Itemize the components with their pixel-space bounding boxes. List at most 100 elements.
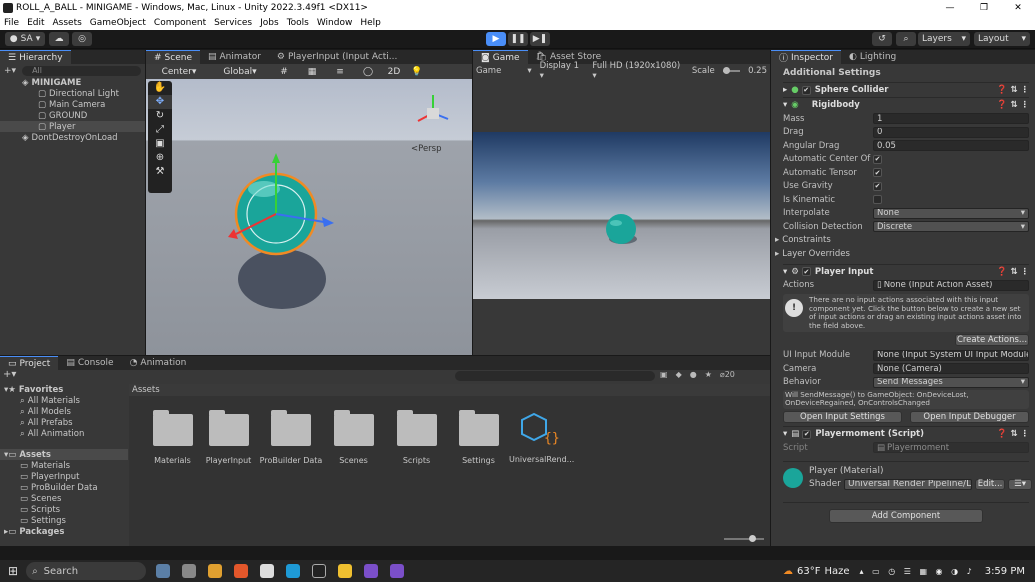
display-dropdown[interactable]: Display 1 ▾ <box>540 61 585 81</box>
tab-hierarchy[interactable]: ☰ Hierarchy <box>0 50 71 64</box>
tab-lighting[interactable]: ◐ Lighting <box>841 50 904 64</box>
filter-type-icon[interactable]: ▣ <box>660 370 668 379</box>
hierarchy-item[interactable]: ▢ GROUND <box>0 110 145 121</box>
menu-gameobject[interactable]: GameObject <box>90 18 146 28</box>
tab-playerinput[interactable]: ⚙ PlayerInput (Input Acti... <box>269 50 405 64</box>
space-dropdown[interactable]: Global ▾ <box>212 64 268 79</box>
player-input-toggle[interactable]: ✔ <box>801 267 811 276</box>
cloud-icon[interactable]: ☁ <box>49 32 69 46</box>
folder-item[interactable]: ▭ Scripts <box>0 504 128 515</box>
shader-menu-icon[interactable]: ☰▾ <box>1008 478 1033 490</box>
favorite-item[interactable]: ⌕ All Models <box>0 406 128 417</box>
menu-edit[interactable]: Edit <box>27 18 44 28</box>
hierarchy-item[interactable]: ▢ Directional Light <box>0 88 145 99</box>
open-input-settings-button[interactable]: Open Input Settings <box>783 411 902 424</box>
grid-snap-icon[interactable]: ▦ <box>300 64 324 79</box>
tab-console[interactable]: ▤ Console <box>58 356 121 370</box>
interpolate-dropdown[interactable]: None ▾ <box>873 207 1029 219</box>
menu-window[interactable]: Window <box>317 18 353 28</box>
increment-icon[interactable]: ≡ <box>328 64 352 79</box>
menu-file[interactable]: File <box>4 18 19 28</box>
assets-folder-item[interactable]: ▾▭ Assets <box>0 449 128 460</box>
hidden-count-icon[interactable]: ⌀20 <box>720 370 735 379</box>
script-toggle[interactable]: ✔ <box>802 429 812 439</box>
tab-inspector[interactable]: ⓘ Inspector <box>771 50 841 64</box>
tab-animation[interactable]: ◔ Animation <box>122 356 195 370</box>
collision-detection-dropdown[interactable]: Discrete ▾ <box>873 221 1029 233</box>
asset-folder[interactable]: Scenes <box>326 410 381 465</box>
add-component-button[interactable]: Add Component <box>829 508 983 523</box>
asset-render-pipeline[interactable]: {} UniversalRend... <box>509 410 574 464</box>
pause-button[interactable]: ❚❚ <box>508 32 528 46</box>
angular-drag-field[interactable]: 0.05 <box>873 140 1029 152</box>
move-gizmo-z-arrow[interactable] <box>322 217 334 227</box>
favorite-item[interactable]: ⌕ All Prefabs <box>0 417 128 428</box>
menu-component[interactable]: Component <box>154 18 206 28</box>
clock[interactable]: 3:59 PM <box>985 566 1025 577</box>
game-mode-dropdown[interactable]: Game ▾ <box>476 66 532 76</box>
packages-folder-item[interactable]: ▸▭ Packages <box>0 526 128 537</box>
play-button[interactable]: ▶ <box>486 32 506 46</box>
constraints-foldout[interactable]: ▸ Constraints <box>775 234 1029 248</box>
folder-item[interactable]: ▭ Scenes <box>0 493 128 504</box>
sphere-collider-header[interactable]: ▸ ● ✔ Sphere Collider ❓ ⇅ ⋮ <box>783 82 1029 97</box>
lighting-icon[interactable]: 💡 <box>408 64 426 79</box>
script-component-header[interactable]: ▾ ▤ ✔ Playermoment (Script) ❓ ⇅ ⋮ <box>783 426 1029 441</box>
hierarchy-item-selected[interactable]: ▢ Player <box>0 121 145 132</box>
help-icon[interactable]: ❓ ⇅ ⋮ <box>997 267 1029 277</box>
folder-item[interactable]: ▭ Materials <box>0 460 128 471</box>
add-icon[interactable]: +▾ <box>4 66 16 76</box>
taskbar-search[interactable]: ⌕ Search <box>26 562 147 580</box>
project-add-icon[interactable]: +▾ <box>3 369 16 380</box>
pivot-dropdown[interactable]: Center ▾ <box>150 64 208 79</box>
star-icon[interactable]: ★ <box>705 370 712 379</box>
scene-viewport[interactable]: ✋ ✥ ↻ ⤢ ▣ ⊕ ⚒ <Persp <box>146 79 472 355</box>
additional-settings-header[interactable]: Additional Settings <box>783 64 1029 82</box>
resolution-dropdown[interactable]: Full HD (1920x1080) ▾ <box>592 61 683 81</box>
edge-icon[interactable] <box>286 564 301 578</box>
asset-folder[interactable]: Scripts <box>389 410 444 465</box>
visual-studio-2-icon[interactable] <box>390 564 405 578</box>
help-icon[interactable]: ❓ ⇅ ⋮ <box>997 85 1029 95</box>
shading-icon[interactable]: ◯ <box>356 64 380 79</box>
rigidbody-header[interactable]: ▾ ◉ Rigidbody ❓ ⇅ ⋮ <box>783 97 1029 112</box>
zoom-slider[interactable] <box>724 535 764 542</box>
folder-item[interactable]: ▭ ProBuilder Data <box>0 482 128 493</box>
game-view[interactable] <box>473 132 770 299</box>
favorites-item[interactable]: ▾★ Favorites <box>0 384 128 395</box>
task-view-icon[interactable] <box>182 564 197 578</box>
close-icon[interactable]: ✕ <box>1001 0 1035 16</box>
use-gravity-checkbox[interactable]: ✔ <box>873 181 882 191</box>
toggle-2d-button[interactable]: 2D <box>384 64 404 79</box>
info-icon[interactable]: ● <box>690 370 697 379</box>
menu-jobs[interactable]: Jobs <box>260 18 279 28</box>
asset-folder[interactable]: PlayerInput <box>201 410 256 465</box>
mass-field[interactable]: 1 <box>873 113 1029 125</box>
favorite-item[interactable]: ⌕ All Materials <box>0 395 128 406</box>
unity-hub-icon[interactable] <box>260 564 275 578</box>
asset-folder[interactable]: ProBuilder Data <box>259 410 323 465</box>
player-input-header[interactable]: ▾ ⚙ ✔ Player Input ❓ ⇅ ⋮ <box>783 263 1029 279</box>
tab-project[interactable]: ▭ Project <box>0 356 59 370</box>
perspective-label[interactable]: <Persp <box>411 144 442 154</box>
filter-label-icon[interactable]: ◆ <box>676 370 682 379</box>
tray-icons[interactable]: ▴ ▭ ◷ ☰ ▦ ◉ ◑ ♪ <box>860 567 975 576</box>
snap-icon[interactable]: # <box>272 64 296 79</box>
taskbar-widget-icon[interactable] <box>156 564 171 578</box>
windows-start-icon[interactable]: ⊞ <box>8 564 18 578</box>
help-icon[interactable]: ❓ ⇅ ⋮ <box>997 429 1029 439</box>
scale-slider[interactable] <box>722 67 741 74</box>
office-icon[interactable] <box>234 564 249 578</box>
asset-breadcrumb[interactable]: Assets <box>129 384 770 396</box>
open-input-debugger-button[interactable]: Open Input Debugger <box>910 411 1029 424</box>
layout-dropdown[interactable]: Layout ▾ <box>974 32 1030 46</box>
drag-field[interactable]: 0 <box>873 126 1029 138</box>
layer-overrides-foldout[interactable]: ▸ Layer Overrides <box>775 247 1029 261</box>
layers-dropdown[interactable]: Layers ▾ <box>918 32 970 46</box>
asset-folder[interactable]: Materials <box>145 410 200 465</box>
orientation-gizmo[interactable] <box>417 95 449 122</box>
menu-services[interactable]: Services <box>214 18 252 28</box>
step-button[interactable]: ▶❚ <box>530 32 550 46</box>
sphere-collider-toggle[interactable]: ✔ <box>801 85 811 95</box>
help-icon[interactable]: ❓ ⇅ ⋮ <box>997 100 1029 110</box>
